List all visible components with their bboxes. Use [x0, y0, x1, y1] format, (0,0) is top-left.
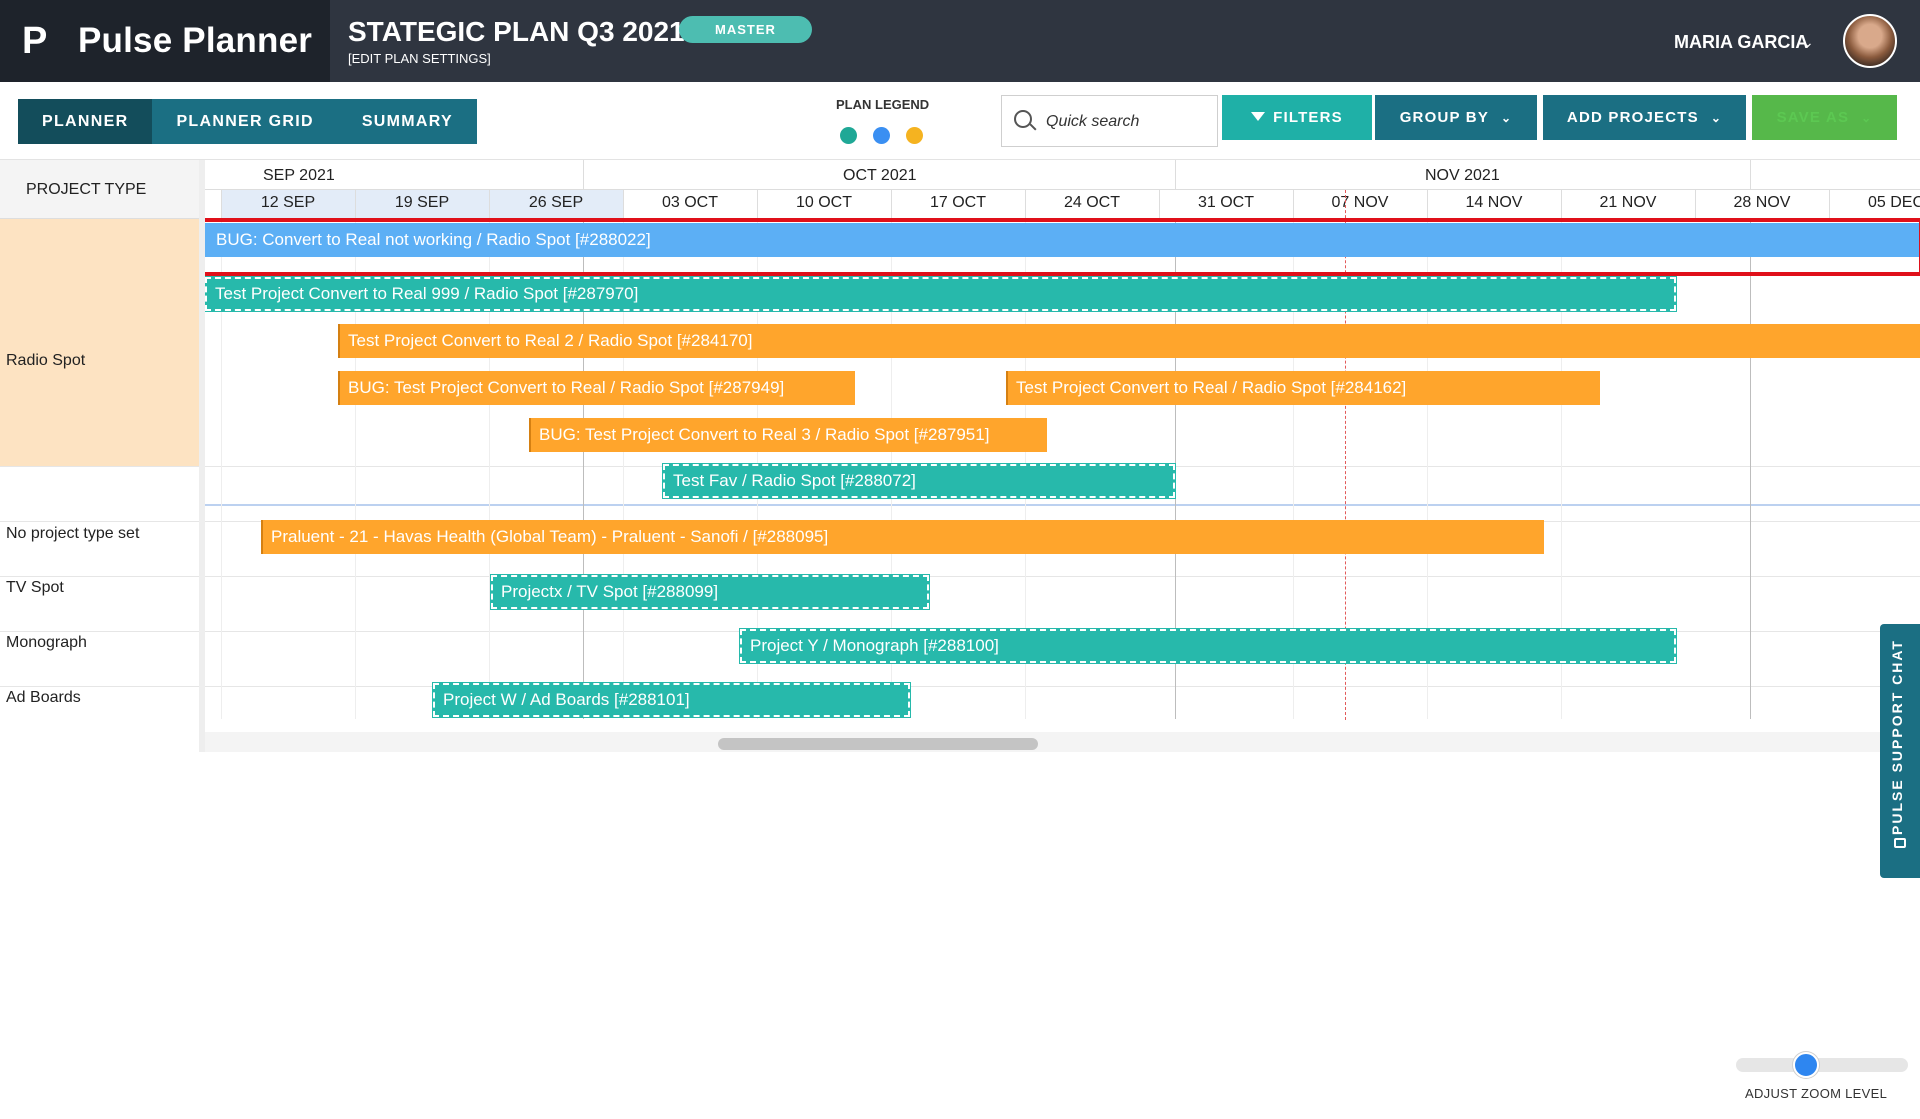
search-icon: [1014, 110, 1032, 128]
week-label: 14 NOV: [1465, 194, 1523, 211]
row-tv-spot: [0, 522, 200, 577]
project-bar[interactable]: Test Project Convert to Real 2 / Radio S…: [338, 324, 1920, 358]
horizontal-scrollbar-thumb[interactable]: [718, 738, 1038, 750]
brand-name: Pulse Planner: [78, 21, 313, 60]
search-box[interactable]: [1001, 95, 1218, 147]
project-bar[interactable]: Test Project Convert to Real 999 / Radio…: [205, 276, 1677, 312]
grid-line: [1750, 219, 1751, 719]
chevron-down-icon: ⌄: [1710, 110, 1723, 125]
chevron-down-icon: ⌄: [1861, 110, 1873, 125]
month-label: OCT 2021: [843, 167, 917, 184]
filters-label: FILTERS: [1273, 109, 1343, 126]
week-label: 17 OCT: [929, 194, 986, 211]
project-bar[interactable]: Test Project Convert to Real / Radio Spo…: [1006, 371, 1600, 405]
plan-legend-label: PLAN LEGEND: [836, 97, 930, 112]
project-bar[interactable]: Praluent - 21 - Havas Health (Global Tea…: [261, 520, 1544, 554]
tab-summary[interactable]: SUMMARY: [338, 99, 477, 144]
month-separator: [583, 160, 584, 190]
band-monograph: [205, 577, 1920, 632]
highlight-outline: [205, 218, 1920, 276]
tab-planner-grid[interactable]: PLANNER GRID: [152, 99, 337, 144]
week-label: 21 NOV: [1599, 194, 1657, 211]
month-separator: [1750, 160, 1751, 190]
project-bar[interactable]: Project W / Ad Boards [#288101]: [432, 682, 911, 718]
week-label: 24 OCT: [1063, 194, 1120, 211]
master-badge: MASTER: [679, 16, 812, 43]
row-monograph: [0, 577, 200, 632]
project-bar[interactable]: BUG: Test Project Convert to Real / Radi…: [338, 371, 855, 405]
edit-plan-settings-link[interactable]: [EDIT PLAN SETTINGS]: [348, 51, 491, 66]
row-no-project-type: [0, 467, 200, 522]
support-chat-label: PULSE SUPPORT CHAT: [1889, 639, 1905, 835]
brand-logo-icon: P: [22, 20, 48, 62]
row-label-ad-boards: Ad Boards: [6, 689, 81, 706]
week-label: 05 DEC: [1867, 194, 1920, 211]
view-tabs: PLANNER PLANNER GRID SUMMARY: [18, 99, 477, 144]
month-label: NOV 2021: [1425, 167, 1500, 184]
project-type-header: PROJECT TYPE: [0, 160, 200, 219]
legend-dot-yellow: [906, 127, 923, 144]
add-projects-button[interactable]: ADD PROJECTS ⌄: [1543, 95, 1746, 140]
project-type-column: PROJECT TYPE Radio Spot No project type …: [0, 160, 200, 752]
timeline: SEP 2021 OCT 2021 NOV 2021 12 SEP 19 SEP…: [205, 160, 1920, 752]
week-label: 19 SEP: [394, 194, 450, 211]
add-projects-label: ADD PROJECTS: [1566, 109, 1699, 126]
brand[interactable]: P Pulse Planner: [0, 0, 330, 82]
project-bar[interactable]: Projectx / TV Spot [#288099]: [490, 574, 930, 610]
chat-icon: [1894, 838, 1906, 848]
chevron-down-icon: ⌄: [1501, 110, 1513, 125]
user-menu[interactable]: MARIA GARCIA: [1674, 32, 1808, 53]
project-type-header-label: PROJECT TYPE: [26, 181, 147, 198]
plan-title: STATEGIC PLAN Q3 2021: [348, 16, 685, 47]
filters-button[interactable]: FILTERS: [1222, 95, 1372, 140]
week-label: 26 SEP: [528, 194, 584, 211]
legend-dot-blue: [873, 127, 890, 144]
search-input[interactable]: [1046, 110, 1206, 134]
filter-icon: [1251, 112, 1266, 121]
zoom-slider[interactable]: [1736, 1058, 1908, 1072]
month-header: SEP 2021 OCT 2021 NOV 2021: [205, 160, 1920, 190]
week-label: 12 SEP: [260, 194, 316, 211]
week-label: 07 NOV: [1331, 194, 1389, 211]
month-label: SEP 2021: [263, 167, 335, 184]
save-as-label: SAVE AS: [1776, 109, 1850, 126]
group-by-button[interactable]: GROUP BY ⌄: [1375, 95, 1537, 140]
toolbar: PLANNER PLANNER GRID SUMMARY PLAN LEGEND…: [0, 82, 1920, 160]
week-label: 28 NOV: [1733, 194, 1791, 211]
save-as-button[interactable]: SAVE AS ⌄: [1752, 95, 1897, 140]
month-separator: [1175, 160, 1176, 190]
legend-dot-teal: [840, 127, 857, 144]
week-label: 31 OCT: [1197, 194, 1254, 211]
gantt-chart: PROJECT TYPE Radio Spot No project type …: [0, 160, 1920, 752]
row-ad-boards: [0, 632, 200, 687]
pulse-planner-app: P Pulse Planner STATEGIC PLAN Q3 2021 [E…: [0, 0, 1920, 1119]
row-label-radio-spot: Radio Spot: [6, 352, 86, 369]
horizontal-scrollbar[interactable]: [205, 732, 1920, 752]
group-by-label: GROUP BY: [1399, 109, 1490, 126]
avatar[interactable]: [1843, 14, 1897, 68]
project-bar[interactable]: BUG: Test Project Convert to Real 3 / Ra…: [529, 418, 1047, 452]
project-bar[interactable]: Test Fav / Radio Spot [#288072]: [662, 463, 1176, 499]
chevron-down-icon[interactable]: ⌄: [1802, 34, 1814, 51]
app-header: P Pulse Planner STATEGIC PLAN Q3 2021 [E…: [0, 0, 1920, 82]
group-separator: [205, 504, 1920, 506]
zoom-label: ADJUST ZOOM LEVEL: [1745, 1086, 1888, 1101]
row-radio-spot: [0, 219, 200, 467]
project-bar[interactable]: Project Y / Monograph [#288100]: [739, 628, 1677, 664]
week-label: 03 OCT: [661, 194, 718, 211]
week-label: 10 OCT: [795, 194, 852, 211]
tab-planner[interactable]: PLANNER: [18, 99, 153, 144]
zoom-slider-handle[interactable]: [1793, 1052, 1819, 1078]
